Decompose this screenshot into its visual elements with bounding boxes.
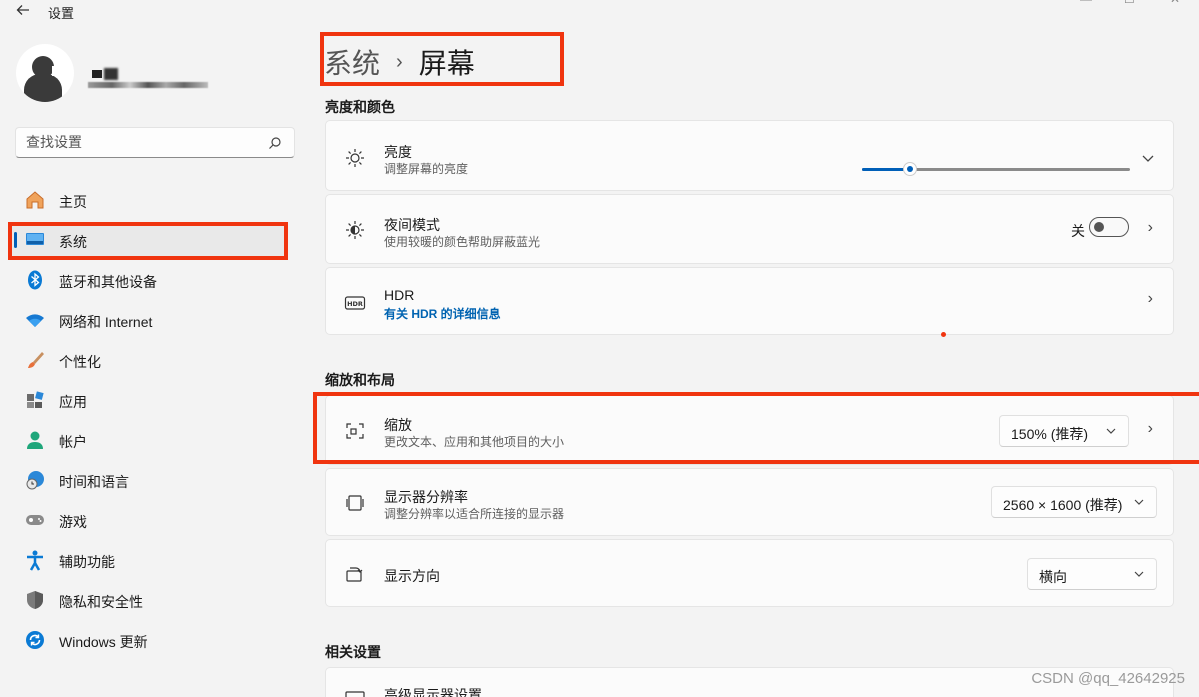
- sidebar-item-gaming[interactable]: 游戏: [12, 502, 287, 538]
- close-button[interactable]: ✕: [1170, 0, 1180, 6]
- brightness-slider[interactable]: [862, 162, 1130, 176]
- sidebar-item-label: 应用: [59, 394, 87, 410]
- sidebar-item-network[interactable]: 网络和 Internet: [12, 302, 287, 338]
- hdr-icon: HDR: [344, 296, 366, 310]
- chevron-right-icon[interactable]: ›: [1148, 290, 1153, 308]
- sidebar-item-label: 帐户: [59, 434, 87, 450]
- resolution-dropdown[interactable]: 2560 × 1600 (推荐): [991, 486, 1157, 518]
- search-box[interactable]: [15, 127, 295, 158]
- sidebar-item-label: 辅助功能: [59, 554, 115, 570]
- night-mode-toggle[interactable]: [1089, 217, 1129, 237]
- sidebar-item-bluetooth[interactable]: 蓝牙和其他设备: [12, 262, 287, 298]
- brush-icon: [24, 349, 46, 371]
- user-avatar-icon[interactable]: [16, 44, 74, 102]
- monitor-icon: [345, 691, 365, 697]
- sidebar-item-home[interactable]: 主页: [12, 182, 287, 218]
- annotation-box-scale: [313, 392, 1199, 464]
- home-icon: [24, 189, 46, 211]
- annotation-box-title: [320, 32, 564, 86]
- sidebar-item-windows-update[interactable]: Windows 更新: [12, 622, 287, 658]
- search-icon[interactable]: [268, 136, 282, 150]
- watermark: CSDN @qq_42642925: [1031, 670, 1185, 687]
- chevron-down-icon: [1134, 571, 1144, 577]
- sidebar-item-label: 个性化: [59, 354, 101, 370]
- accessibility-icon: [24, 549, 46, 571]
- annotation-dot: [941, 332, 946, 337]
- night-mode-subtitle: 使用较暖的颜色帮助屏蔽蓝光: [384, 235, 541, 249]
- toggle-knob: [1094, 222, 1104, 232]
- brightness-card[interactable]: 亮度 调整屏幕的亮度: [325, 120, 1174, 191]
- wifi-icon: [24, 309, 46, 331]
- shield-icon: [24, 589, 46, 611]
- section-title-brightness-color: 亮度和颜色: [325, 99, 395, 115]
- annotation-box-system: [8, 222, 288, 260]
- sidebar-item-time-language[interactable]: 时间和语言: [12, 462, 287, 498]
- chevron-down-icon: [1134, 499, 1144, 505]
- update-icon: [24, 629, 46, 651]
- sidebar-item-label: 游戏: [59, 514, 87, 530]
- sidebar-item-label: 时间和语言: [59, 474, 129, 490]
- gamepad-icon: [24, 509, 46, 531]
- resolution-dropdown-value: 2560 × 1600 (推荐): [1003, 497, 1123, 513]
- chevron-down-icon[interactable]: [1141, 151, 1155, 165]
- search-input[interactable]: [26, 134, 256, 150]
- arrow-left-icon: [16, 5, 29, 15]
- brightness-title: 亮度: [384, 144, 412, 160]
- app-title: 设置: [48, 6, 75, 21]
- night-mode-card[interactable]: 夜间模式 使用较暖的颜色帮助屏蔽蓝光 关 ›: [325, 194, 1174, 264]
- sidebar-item-accessibility[interactable]: 辅助功能: [12, 542, 287, 578]
- sidebar-item-label: 网络和 Internet: [59, 314, 153, 330]
- orientation-card[interactable]: 显示方向 横向: [325, 539, 1174, 607]
- profile-info-redacted: [88, 60, 208, 90]
- sidebar-item-privacy[interactable]: 隐私和安全性: [12, 582, 287, 618]
- night-mode-title: 夜间模式: [384, 217, 440, 233]
- title-bar: 设置 — ☐ ✕: [0, 0, 1199, 22]
- orientation-dropdown[interactable]: 横向: [1027, 558, 1157, 590]
- advanced-display-title: 高级显示器设置: [384, 687, 482, 697]
- svg-text:HDR: HDR: [347, 300, 363, 308]
- apps-icon: [24, 389, 46, 411]
- sun-icon: [346, 149, 364, 167]
- chevron-right-icon[interactable]: ›: [1148, 219, 1153, 237]
- orientation-dropdown-value: 横向: [1039, 569, 1067, 585]
- orientation-title: 显示方向: [384, 568, 440, 584]
- resolution-title: 显示器分辨率: [384, 489, 468, 505]
- sidebar-item-label: 主页: [59, 194, 87, 210]
- orientation-icon: [346, 567, 363, 582]
- brightness-subtitle: 调整屏幕的亮度: [384, 162, 469, 176]
- hdr-title: HDR: [384, 287, 415, 303]
- sidebar-item-personalization[interactable]: 个性化: [12, 342, 287, 378]
- night-light-icon: [346, 221, 364, 239]
- sidebar-item-apps[interactable]: 应用: [12, 382, 287, 418]
- account-icon: [24, 429, 46, 451]
- bluetooth-icon: [24, 269, 46, 291]
- slider-thumb[interactable]: [903, 162, 918, 176]
- resolution-card[interactable]: 显示器分辨率 调整分辨率以适合所连接的显示器 2560 × 1600 (推荐): [325, 468, 1174, 536]
- hdr-card[interactable]: HDR HDR 有关 HDR 的详细信息 ›: [325, 267, 1174, 335]
- sidebar-item-label: 蓝牙和其他设备: [59, 274, 157, 290]
- toggle-state-label: 关: [1071, 223, 1085, 239]
- resolution-icon: [346, 495, 364, 511]
- sidebar-item-accounts[interactable]: 帐户: [12, 422, 287, 458]
- sidebar-item-label: 隐私和安全性: [59, 594, 143, 610]
- maximize-button[interactable]: ☐: [1124, 0, 1135, 6]
- section-title-related: 相关设置: [325, 644, 381, 660]
- section-title-scale-layout: 缩放和布局: [325, 372, 395, 388]
- back-button[interactable]: [12, 0, 34, 20]
- sidebar-item-label: Windows 更新: [59, 634, 148, 650]
- minimize-button[interactable]: —: [1080, 0, 1092, 6]
- resolution-subtitle: 调整分辨率以适合所连接的显示器: [384, 507, 565, 521]
- globe-clock-icon: [24, 469, 46, 491]
- hdr-info-link[interactable]: 有关 HDR 的详细信息: [384, 305, 501, 322]
